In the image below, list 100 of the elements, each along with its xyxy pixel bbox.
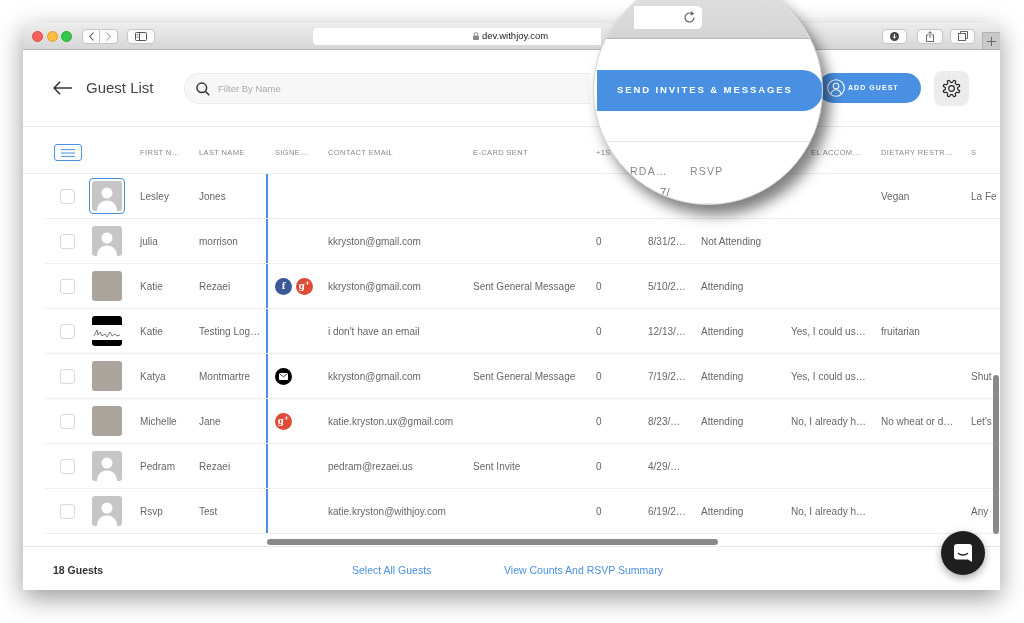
person-circle-icon <box>827 79 845 97</box>
rsvp-status-text: Attending <box>701 324 744 339</box>
checkbox[interactable] <box>60 413 75 429</box>
last-name-text: Montmartre <box>199 369 251 384</box>
first-name-text: julia <box>140 234 158 249</box>
minimize-window-icon[interactable] <box>46 30 58 42</box>
ecard-status-text: Sent General Message <box>473 369 576 384</box>
plus-ones-text: 0 <box>596 369 602 384</box>
chat-bubble-icon <box>953 543 973 563</box>
first-name-text: Katie <box>140 324 163 339</box>
first-name-text: Michelle <box>140 414 177 429</box>
rsvp-status-text: Attending <box>701 279 744 294</box>
last-name-text: Jones <box>199 189 226 204</box>
tabs-button[interactable] <box>950 28 975 44</box>
first-name-text: Katie <box>140 279 163 294</box>
accommodation-text: Yes, I could us… <box>791 369 866 384</box>
date-text: 5/10/2… <box>648 279 686 294</box>
last-name-text: Test <box>199 504 218 519</box>
date-text: 8/23/… <box>648 414 681 429</box>
dietary-text: Vegan <box>881 189 910 204</box>
date-text: 7/19/2… <box>648 369 686 384</box>
date-text: 6/19/2… <box>648 504 686 519</box>
back-arrow-icon[interactable] <box>53 81 72 95</box>
search-icon <box>196 81 210 96</box>
last-name-text: Rezaei <box>199 279 231 294</box>
guest-count-text: 18 Guests <box>53 563 104 576</box>
plus-ones-text: 0 <box>596 324 602 339</box>
rsvp-status-text: Attending <box>701 369 744 384</box>
last-name-text: Testing Log… <box>199 324 261 339</box>
note-text: Let's <box>971 414 992 429</box>
plus-ones-text: 0 <box>596 459 602 474</box>
checkbox[interactable] <box>60 278 75 294</box>
rsvp-status-text: Attending <box>701 414 744 429</box>
column-header: RSVP <box>690 164 724 179</box>
first-name-text: Pedram <box>140 459 175 474</box>
email-text: pedram@rezaei.us <box>328 459 413 474</box>
menu-button[interactable] <box>54 144 82 161</box>
date-text: 8/31/2… <box>648 234 686 249</box>
accommodation-text: No, I already h… <box>791 414 867 429</box>
column-header: RDA… <box>630 164 668 179</box>
email-text: kkryston@gmail.com <box>328 234 421 249</box>
zoom-window-icon[interactable] <box>61 30 72 42</box>
download-button[interactable] <box>882 28 907 44</box>
back-button[interactable] <box>82 28 100 44</box>
plus-ones-text: 0 <box>596 234 602 249</box>
footer-link[interactable]: Select All Guests <box>352 563 432 576</box>
share-icon <box>926 30 934 42</box>
checkbox[interactable] <box>60 233 75 249</box>
checkbox[interactable] <box>60 323 75 339</box>
checkbox[interactable] <box>60 458 75 474</box>
forward-button[interactable] <box>100 28 118 44</box>
checkbox[interactable] <box>60 368 75 384</box>
chevron-right-icon <box>106 31 111 41</box>
share-button[interactable] <box>917 28 943 44</box>
download-icon <box>890 31 899 41</box>
plus-ones-text: 0 <box>596 504 602 519</box>
dietary-text: fruitarian <box>881 324 920 339</box>
sidebar-icon <box>135 31 147 41</box>
avatar-focus-frame[interactable] <box>89 178 125 214</box>
email-text: i don't have an email <box>328 324 420 339</box>
page-title: Guest List <box>86 77 154 98</box>
date-text: 12/13/… <box>648 324 686 339</box>
address-field[interactable] <box>634 6 702 29</box>
close-window-icon[interactable] <box>32 30 43 42</box>
email-text: katie.kryston@withjoy.com <box>328 504 446 519</box>
note-text: La Fe <box>971 189 997 204</box>
vertical-scrollbar-thumb[interactable] <box>993 375 999 534</box>
ecard-status-text: Sent Invite <box>473 459 521 474</box>
menu-icon <box>61 148 75 157</box>
last-name-text: Jane <box>199 414 221 429</box>
email-text: kkryston@gmail.com <box>328 369 421 384</box>
chevron-left-icon <box>88 31 94 41</box>
plus-icon <box>987 36 996 46</box>
footer-link[interactable]: View Counts And RSVP Summary <box>504 563 663 576</box>
rsvp-status-text: Attending <box>701 504 744 519</box>
dietary-text: No wheat or d… <box>881 414 954 429</box>
send-invites-button[interactable]: SEND INVITES & MESSAGES <box>597 70 822 111</box>
settings-button[interactable] <box>934 70 969 106</box>
first-name-text: Katya <box>140 369 166 384</box>
first-name-text: Rsvp <box>140 504 163 519</box>
settings-icon <box>942 78 961 98</box>
email-text: katie.kryston.ux@gmail.com <box>328 414 454 429</box>
checkbox[interactable] <box>60 188 75 204</box>
rsvp-status-text: Not Attending <box>701 234 762 249</box>
new-tab-button[interactable] <box>982 32 1000 49</box>
email-text: kkryston@gmail.com <box>328 279 421 294</box>
url-text: dev.withjoy.com <box>482 28 549 43</box>
sidebar-button[interactable] <box>127 28 155 44</box>
refresh-icon[interactable] <box>683 11 696 24</box>
note-text: Any <box>971 504 989 519</box>
note-text: Shut <box>971 369 992 384</box>
checkbox[interactable] <box>60 503 75 519</box>
accommodation-text: No, I already h… <box>791 504 867 519</box>
horizontal-scrollbar-thumb[interactable] <box>267 539 718 545</box>
accommodation-text: Yes, I could us… <box>791 324 866 339</box>
tabs-icon <box>957 31 968 41</box>
address-field[interactable]: dev.withjoy.com <box>313 27 601 45</box>
search-field[interactable]: Filter By Name <box>184 72 590 104</box>
last-name-text: Rezaei <box>199 459 231 474</box>
lock-icon <box>473 32 479 40</box>
